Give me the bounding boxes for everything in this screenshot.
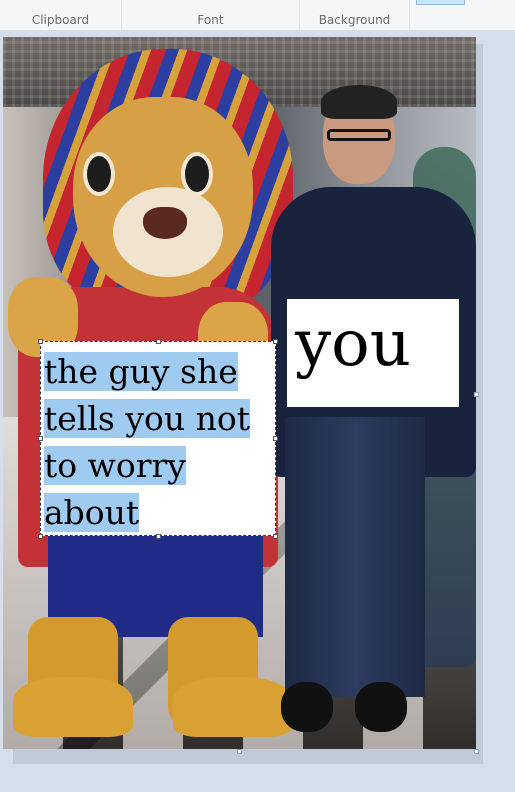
ribbon-selected-button[interactable] xyxy=(416,0,465,5)
ribbon: Clipboard Font Background xyxy=(0,0,515,31)
caption-line-3: to worry xyxy=(44,446,186,485)
person-hair xyxy=(321,85,397,119)
resize-handle-bottom-right[interactable] xyxy=(273,534,278,539)
caption-line-1: the guy she xyxy=(44,352,238,391)
canvas-resize-handle-corner[interactable] xyxy=(474,749,479,754)
resize-handle-left[interactable] xyxy=(38,436,43,441)
text-box-you[interactable]: you xyxy=(287,299,459,407)
mascot-left-eye xyxy=(83,152,115,196)
ribbon-group-background[interactable]: Background xyxy=(300,0,410,30)
resize-handle-bottom[interactable] xyxy=(156,534,161,539)
ribbon-group-label-background: Background xyxy=(318,13,391,27)
mascot-nose xyxy=(143,207,187,239)
text-box-caption[interactable]: the guy she tells you not to worry about xyxy=(40,341,276,536)
caption-line-2: tells you not xyxy=(44,399,250,438)
resize-handle-top[interactable] xyxy=(156,339,161,344)
canvas-resize-handle-right[interactable] xyxy=(474,392,479,397)
ribbon-group-label-font: Font xyxy=(197,13,224,27)
ribbon-group-font[interactable]: Font xyxy=(122,0,300,30)
canvas-resize-handle-bottom[interactable] xyxy=(237,749,242,754)
person-glasses xyxy=(327,129,391,141)
text-you: you xyxy=(295,307,411,381)
person-left-shoe xyxy=(281,682,333,732)
resize-handle-top-right[interactable] xyxy=(273,339,278,344)
resize-handle-bottom-left[interactable] xyxy=(38,534,43,539)
ribbon-group-label-clipboard: Clipboard xyxy=(31,13,90,27)
resize-handle-right[interactable] xyxy=(273,436,278,441)
person-jeans xyxy=(285,417,425,697)
ribbon-group-clipboard[interactable]: Clipboard xyxy=(0,0,122,30)
mascot-right-shoe xyxy=(173,677,293,737)
mascot-left-shoe xyxy=(13,677,133,737)
caption-text[interactable]: the guy she tells you not to worry about xyxy=(44,348,274,536)
person-right-shoe xyxy=(355,682,407,732)
caption-line-4: about xyxy=(44,493,140,532)
resize-handle-top-left[interactable] xyxy=(38,339,43,344)
